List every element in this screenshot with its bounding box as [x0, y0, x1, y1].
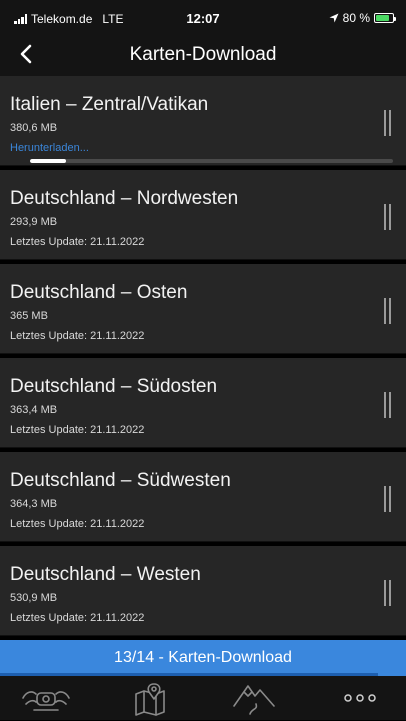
status-bar-right: 80 %: [329, 11, 396, 25]
map-row[interactable]: Deutschland – Südosten 363,4 MB Letztes …: [0, 358, 406, 448]
tab-routes[interactable]: [228, 680, 280, 716]
drag-handle-icon[interactable]: [384, 298, 392, 324]
map-row[interactable]: Deutschland – Westen 530,9 MB Letztes Up…: [0, 546, 406, 636]
map-name: Deutschland – Osten: [10, 282, 188, 303]
map-size: 365 MB: [10, 310, 48, 322]
banner-text: 13/14 - Karten-Download: [114, 649, 292, 666]
map-size: 380,6 MB: [10, 122, 58, 134]
map-size: 364,3 MB: [10, 498, 58, 510]
battery-icon: [374, 13, 396, 23]
map-row[interactable]: Deutschland – Osten 365 MB Letztes Updat…: [0, 264, 406, 354]
battery-level: [376, 15, 389, 21]
last-update: Letztes Update: 21.11.2022: [10, 612, 145, 624]
map-name: Deutschland – Westen: [10, 564, 201, 585]
map-size: 293,9 MB: [10, 216, 58, 228]
mountain-icon: [233, 685, 275, 715]
map-name: Deutschland – Südosten: [10, 376, 218, 397]
map-name: Deutschland – Südwesten: [10, 470, 231, 491]
status-bar: Telekom.de LTE 12:07 80 %: [0, 0, 406, 34]
drag-handle-icon[interactable]: [384, 204, 392, 230]
drag-handle-icon[interactable]: [384, 580, 392, 606]
download-progress-bar: [30, 159, 393, 163]
last-update: Letztes Update: 21.11.2022: [10, 236, 145, 248]
tab-more[interactable]: [334, 680, 386, 716]
drag-handle-icon[interactable]: [384, 486, 392, 512]
location-arrow-icon: [329, 13, 339, 23]
tab-motorcycle[interactable]: [20, 680, 72, 716]
navigation-bar: Karten-Download: [0, 34, 406, 76]
download-progress-fill: [30, 159, 67, 163]
more-icon: [344, 694, 376, 702]
tab-map[interactable]: [124, 680, 176, 716]
last-update: Letztes Update: 21.11.2022: [10, 330, 145, 342]
download-progress-banner[interactable]: 13/14 - Karten-Download: [0, 640, 406, 676]
tab-bar: [0, 676, 406, 720]
map-row[interactable]: Deutschland – Nordwesten 293,9 MB Letzte…: [0, 170, 406, 260]
download-status: Herunterladen...: [10, 142, 89, 154]
map-size: 530,9 MB: [10, 592, 58, 604]
last-update: Letztes Update: 21.11.2022: [10, 518, 145, 530]
map-name: Deutschland – Nordwesten: [10, 188, 239, 209]
battery-percent: 80 %: [342, 11, 370, 25]
map-name: Italien – Zentral/Vatikan: [10, 94, 209, 115]
motorcycle-icon: [22, 691, 70, 711]
map-row[interactable]: Deutschland – Südwesten 364,3 MB Letztes…: [0, 452, 406, 542]
drag-handle-icon[interactable]: [384, 110, 392, 136]
map-row-downloading[interactable]: Italien – Zentral/Vatikan 380,6 MB Herun…: [0, 76, 406, 166]
map-download-list: Italien – Zentral/Vatikan 380,6 MB Herun…: [0, 76, 406, 640]
map-pin-icon: [135, 683, 165, 716]
map-size: 363,4 MB: [10, 404, 58, 416]
page-title: Karten-Download: [129, 44, 277, 65]
last-update: Letztes Update: 21.11.2022: [10, 424, 145, 436]
drag-handle-icon[interactable]: [384, 392, 392, 418]
